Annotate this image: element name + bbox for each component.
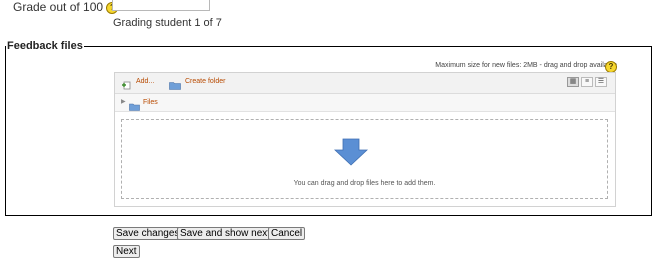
drop-zone-text: You can drag and drop files here to add … [293,180,436,187]
file-manager-path: ▶ Files [115,94,615,112]
grade-label: Grade out of 100 [13,0,104,14]
add-file-icon[interactable] [121,77,132,95]
files-folder-link[interactable]: Files [143,99,158,106]
grading-status: Grading student 1 of 7 [113,17,222,29]
triangle-right-icon[interactable]: ▶ [121,98,126,105]
view-mode-switcher: ▦ ≡ ☰ [567,77,607,87]
tree-view-icon[interactable]: ☰ [595,77,607,87]
save-and-show-next-button[interactable]: Save and show next [177,227,274,240]
feedback-files-legend: Feedback files [7,40,83,52]
folder-icon[interactable] [169,77,181,95]
drop-zone[interactable]: You can drag and drop files here to add … [121,119,608,199]
file-manager: Add... Create folder ▦ ≡ ☰ ▶ Files You c… [114,72,616,207]
next-button[interactable]: Next [113,245,140,258]
icons-view-icon[interactable]: ▦ [567,77,579,87]
create-folder-button[interactable]: Create folder [185,78,225,85]
grade-label-row: Grade out of 100 ? [13,0,119,14]
cancel-button[interactable]: Cancel [268,227,306,240]
add-button[interactable]: Add... [136,78,154,85]
save-changes-button[interactable]: Save changes [113,227,183,240]
max-size-text: Maximum size for new files: 2MB - drag a… [435,62,617,69]
file-manager-toolbar: Add... Create folder ▦ ≡ ☰ [115,73,615,94]
grade-input[interactable] [112,0,210,11]
download-arrow-icon [333,138,369,171]
list-view-icon[interactable]: ≡ [581,77,593,87]
folder-icon [129,98,140,116]
